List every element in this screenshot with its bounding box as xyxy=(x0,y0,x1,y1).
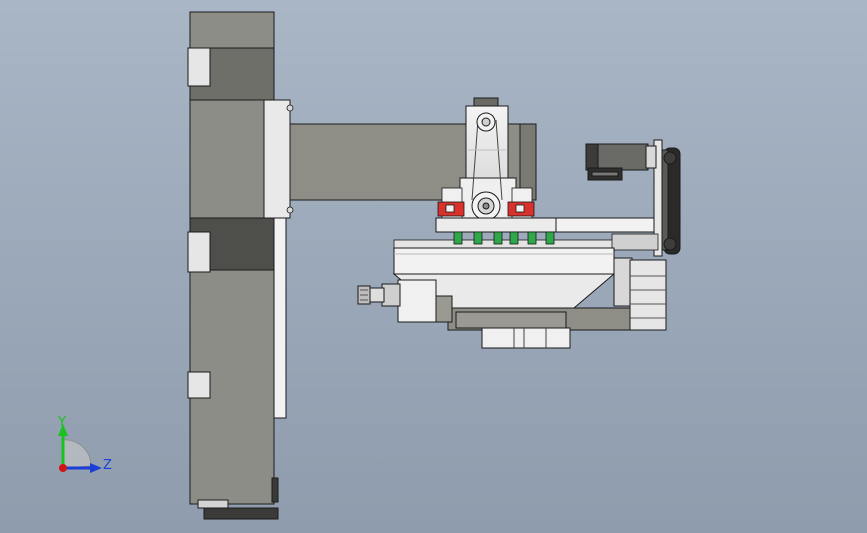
orientation-triad[interactable]: Y Z xyxy=(57,415,112,473)
triad-plane-indicator xyxy=(62,439,92,469)
linear-rail xyxy=(393,231,659,251)
cad-viewport[interactable]: Y Z xyxy=(0,0,867,533)
y-axis-label: Y xyxy=(57,415,66,430)
z-axis-arrowhead xyxy=(90,463,102,473)
x-axis-dot xyxy=(59,464,67,472)
machine-assembly-drawing: Y Z xyxy=(57,11,681,520)
timing-belt xyxy=(661,147,681,255)
servo-motor xyxy=(585,143,657,181)
z-axis-label: Z xyxy=(103,458,112,473)
vertical-column xyxy=(187,11,291,520)
